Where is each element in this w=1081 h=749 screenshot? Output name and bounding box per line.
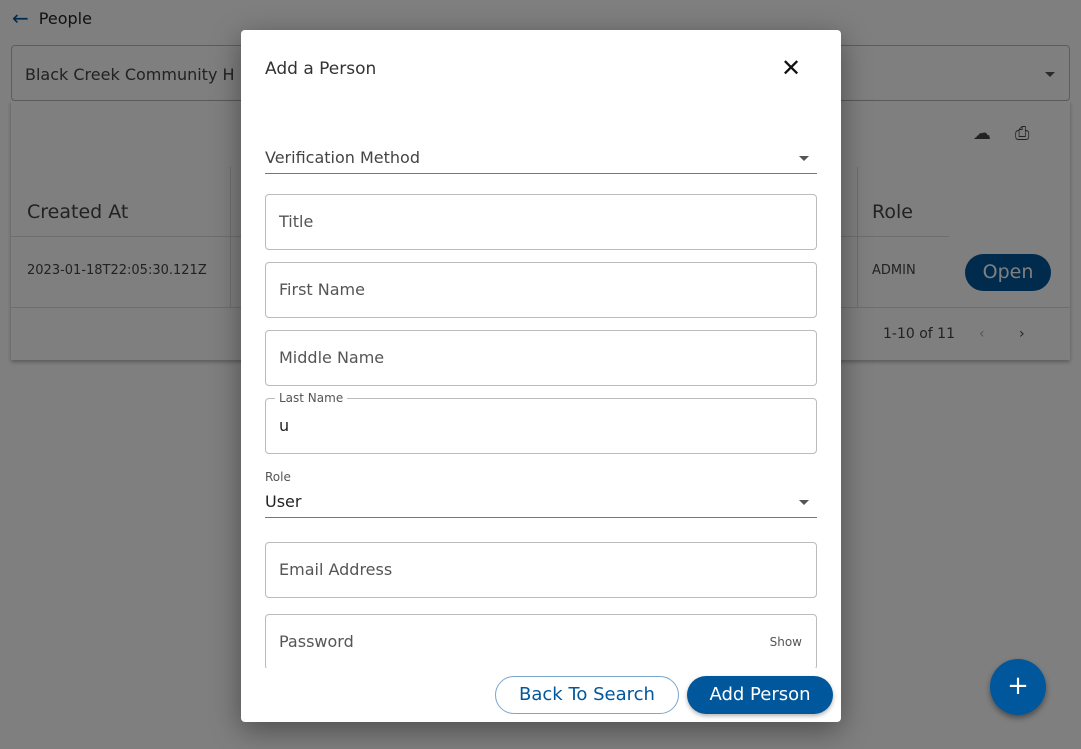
role-select[interactable]: User — [265, 492, 817, 518]
add-person-dialog: Add a Person ✕ Verification Method Title… — [241, 30, 841, 722]
role-label: Role — [265, 470, 291, 484]
middle-name-input[interactable]: Middle Name — [265, 330, 817, 386]
show-password-toggle[interactable]: Show — [770, 615, 802, 668]
back-to-search-button[interactable]: Back To Search — [495, 676, 679, 714]
dialog-content[interactable]: Verification Method Title First Name Mid… — [241, 130, 841, 668]
verification-method-select[interactable]: Verification Method — [265, 148, 817, 174]
verification-method-label: Verification Method — [265, 148, 420, 167]
add-fab-button[interactable]: + — [990, 659, 1046, 715]
last-name-input[interactable]: Last Name u — [265, 391, 817, 454]
title-input[interactable]: Title — [265, 194, 817, 250]
password-input[interactable]: Password Show — [265, 614, 817, 668]
role-value: User — [265, 492, 302, 511]
caret-down-icon — [799, 156, 809, 166]
add-person-button[interactable]: Add Person — [687, 676, 833, 714]
caret-down-icon — [799, 500, 809, 510]
close-icon[interactable]: ✕ — [781, 54, 801, 82]
last-name-label: Last Name — [275, 391, 348, 405]
email-input[interactable]: Email Address — [265, 542, 817, 598]
first-name-input[interactable]: First Name — [265, 262, 817, 318]
password-placeholder: Password — [279, 632, 354, 651]
last-name-value: u — [279, 416, 290, 435]
dialog-title: Add a Person — [265, 59, 377, 79]
